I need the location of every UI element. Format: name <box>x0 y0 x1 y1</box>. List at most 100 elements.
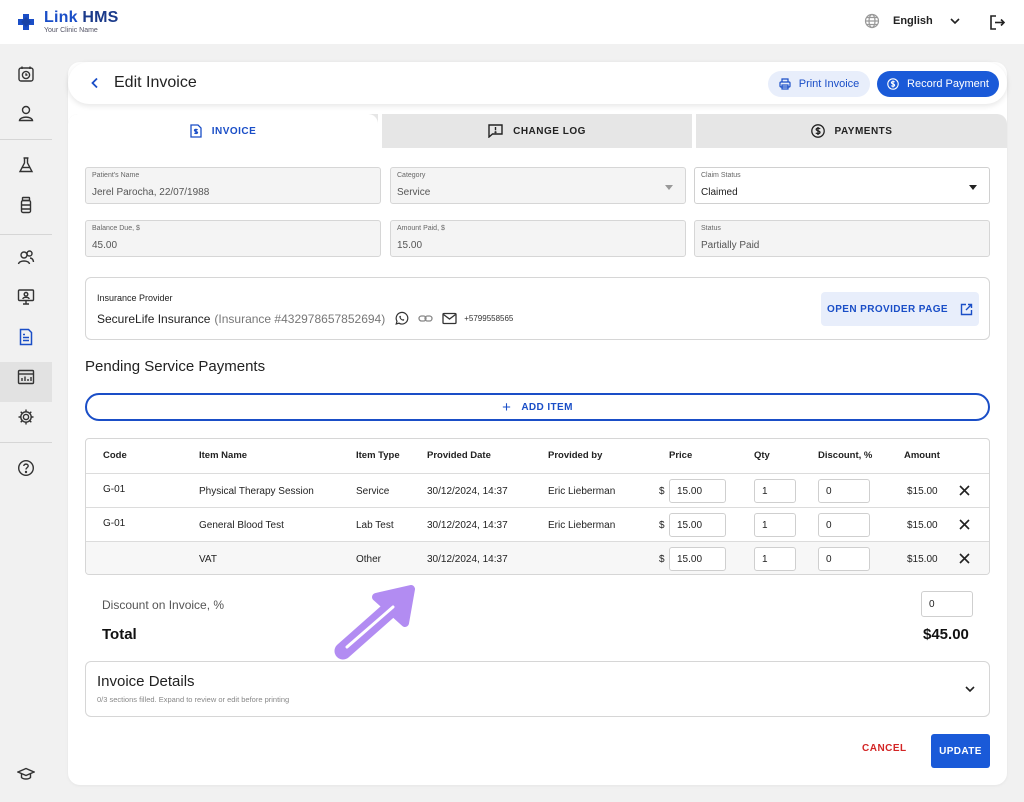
tab-change-log-label: CHANGE LOG <box>513 125 586 137</box>
row-item-name: Physical Therapy Session <box>199 486 314 497</box>
top-bar: Link HMS Your Clinic Name English <box>0 0 1024 44</box>
app-name-link: Link <box>44 9 78 26</box>
category-select[interactable]: Category Service <box>390 167 686 204</box>
logout-icon[interactable] <box>989 14 1006 31</box>
tab-invoice-label: INVOICE <box>211 125 257 137</box>
discount-input[interactable]: 0 <box>818 479 870 503</box>
row-provided-by: Eric Lieberman <box>548 486 616 497</box>
sidebar-item-billing[interactable] <box>15 326 37 348</box>
discount-input[interactable]: 0 <box>818 513 870 537</box>
sidebar <box>0 44 52 802</box>
balance-due-label: Balance Due, $ <box>92 225 140 232</box>
whatsapp-icon[interactable] <box>394 311 409 326</box>
remove-row-icon[interactable] <box>958 518 971 531</box>
update-button[interactable]: UPDATE <box>931 734 990 768</box>
amount-paid-field[interactable]: Amount Paid, $ 15.00 <box>390 220 686 257</box>
sidebar-item-laboratory[interactable] <box>15 154 37 176</box>
invoice-discount-input[interactable]: 0 <box>921 591 973 617</box>
sidebar-item-settings[interactable] <box>15 406 37 428</box>
row-item-name: VAT <box>199 554 217 565</box>
sidebar-item-reports[interactable] <box>15 366 37 388</box>
record-payment-button[interactable]: Record Payment <box>877 71 999 97</box>
app-name-hms: HMS <box>82 9 119 26</box>
plus-icon: + <box>502 398 512 416</box>
col-item-name: Item Name <box>199 450 248 461</box>
row-code: G-01 <box>103 518 126 529</box>
globe-icon <box>864 13 880 29</box>
logo-cross-icon <box>18 14 34 30</box>
row-provided-date: 30/12/2024, 14:37 <box>427 520 508 531</box>
print-invoice-button[interactable]: Print Invoice <box>768 71 870 97</box>
dollar-circle-icon <box>810 124 825 138</box>
open-provider-page-button[interactable]: OPEN PROVIDER PAGE <box>821 292 979 326</box>
col-item-type: Item Type <box>356 450 400 461</box>
pending-items-table: Code Item Name Item Type Provided Date P… <box>85 438 990 575</box>
mail-icon[interactable] <box>442 312 457 325</box>
invoice-tabs: INVOICE CHANGE LOG PAYMENTS <box>68 114 1007 148</box>
app-logo[interactable]: Link HMS Your Clinic Name <box>17 10 119 34</box>
dropdown-caret-icon <box>969 185 977 190</box>
back-arrow-icon[interactable] <box>88 76 102 90</box>
row-currency: $ <box>659 554 665 565</box>
tab-payments[interactable]: PAYMENTS <box>696 114 1007 148</box>
clock-icon <box>18 66 34 82</box>
qty-input[interactable]: 1 <box>754 479 796 503</box>
row-item-type: Service <box>356 486 390 497</box>
invoice-details-subtitle: 0/3 sections filled. Expand to review or… <box>97 695 290 704</box>
total-label: Total <box>102 626 137 643</box>
patient-name-field[interactable]: Patient's Name Jerel Parocha, 22/07/1988 <box>85 167 381 204</box>
sidebar-item-patients[interactable] <box>15 102 37 124</box>
users-icon <box>17 250 35 265</box>
sidebar-item-pharmacy[interactable] <box>15 194 37 216</box>
insurance-phone[interactable]: +5799558565 <box>464 314 513 323</box>
table-row: VAT Other 30/12/2024, 14:37 $ 15.00 1 0 … <box>86 541 989 574</box>
insurance-provider-panel: Insurance Provider SecureLife Insurance … <box>85 277 990 340</box>
balance-due-field[interactable]: Balance Due, $ 45.00 <box>85 220 381 257</box>
sidebar-item-telemedicine[interactable] <box>15 286 37 308</box>
dollar-circle-icon <box>887 78 899 90</box>
claim-status-select[interactable]: Claim Status Claimed <box>694 167 990 204</box>
qty-input[interactable]: 1 <box>754 513 796 537</box>
row-item-name: General Blood Test <box>199 520 284 531</box>
print-invoice-label: Print Invoice <box>798 78 860 90</box>
col-amount: Amount <box>904 450 940 461</box>
remove-row-icon[interactable] <box>958 552 971 565</box>
sidebar-item-staff[interactable] <box>15 246 37 268</box>
table-row: G-01 General Blood Test Lab Test 30/12/2… <box>86 507 989 541</box>
sidebar-item-help[interactable] <box>15 457 37 479</box>
row-amount: $15.00 <box>907 520 938 531</box>
amount-paid-value: 15.00 <box>397 240 423 251</box>
cancel-button[interactable]: CANCEL <box>862 743 907 754</box>
amount-paid-label: Amount Paid, $ <box>397 225 445 232</box>
row-code: G-01 <box>103 484 126 495</box>
invoice-doc-icon <box>190 124 202 138</box>
status-field[interactable]: Status Partially Paid <box>694 220 990 257</box>
row-amount: $15.00 <box>907 486 938 497</box>
price-input[interactable]: 15.00 <box>669 513 726 537</box>
chart-icon <box>17 369 35 385</box>
invoice-details-accordion[interactable]: Invoice Details 0/3 sections filled. Exp… <box>85 661 990 717</box>
sidebar-item-appointments[interactable] <box>15 63 37 85</box>
status-label: Status <box>701 225 721 232</box>
discount-input[interactable]: 0 <box>818 547 870 571</box>
qty-input[interactable]: 1 <box>754 547 796 571</box>
tab-invoice[interactable]: INVOICE <box>68 114 378 148</box>
add-item-button[interactable]: + ADD ITEM <box>85 393 990 421</box>
price-input[interactable]: 15.00 <box>669 547 726 571</box>
row-provided-date: 30/12/2024, 14:37 <box>427 554 508 565</box>
price-input[interactable]: 15.00 <box>669 479 726 503</box>
col-discount: Discount, % <box>818 450 873 461</box>
page-title: Edit Invoice <box>114 74 197 91</box>
remove-row-icon[interactable] <box>958 484 971 497</box>
chevron-down-icon <box>950 18 960 25</box>
tab-payments-label: PAYMENTS <box>834 125 893 137</box>
tab-change-log[interactable]: CHANGE LOG <box>382 114 692 148</box>
link-icon[interactable] <box>418 311 433 326</box>
sidebar-item-academy[interactable] <box>15 763 37 785</box>
patient-name-label: Patient's Name <box>92 172 140 179</box>
language-selector[interactable]: English <box>864 13 961 29</box>
chevron-down-icon[interactable] <box>964 683 976 695</box>
category-label: Category <box>397 172 426 179</box>
insurance-number: (Insurance #432978657852694) <box>214 311 386 326</box>
row-item-type: Lab Test <box>356 520 394 531</box>
